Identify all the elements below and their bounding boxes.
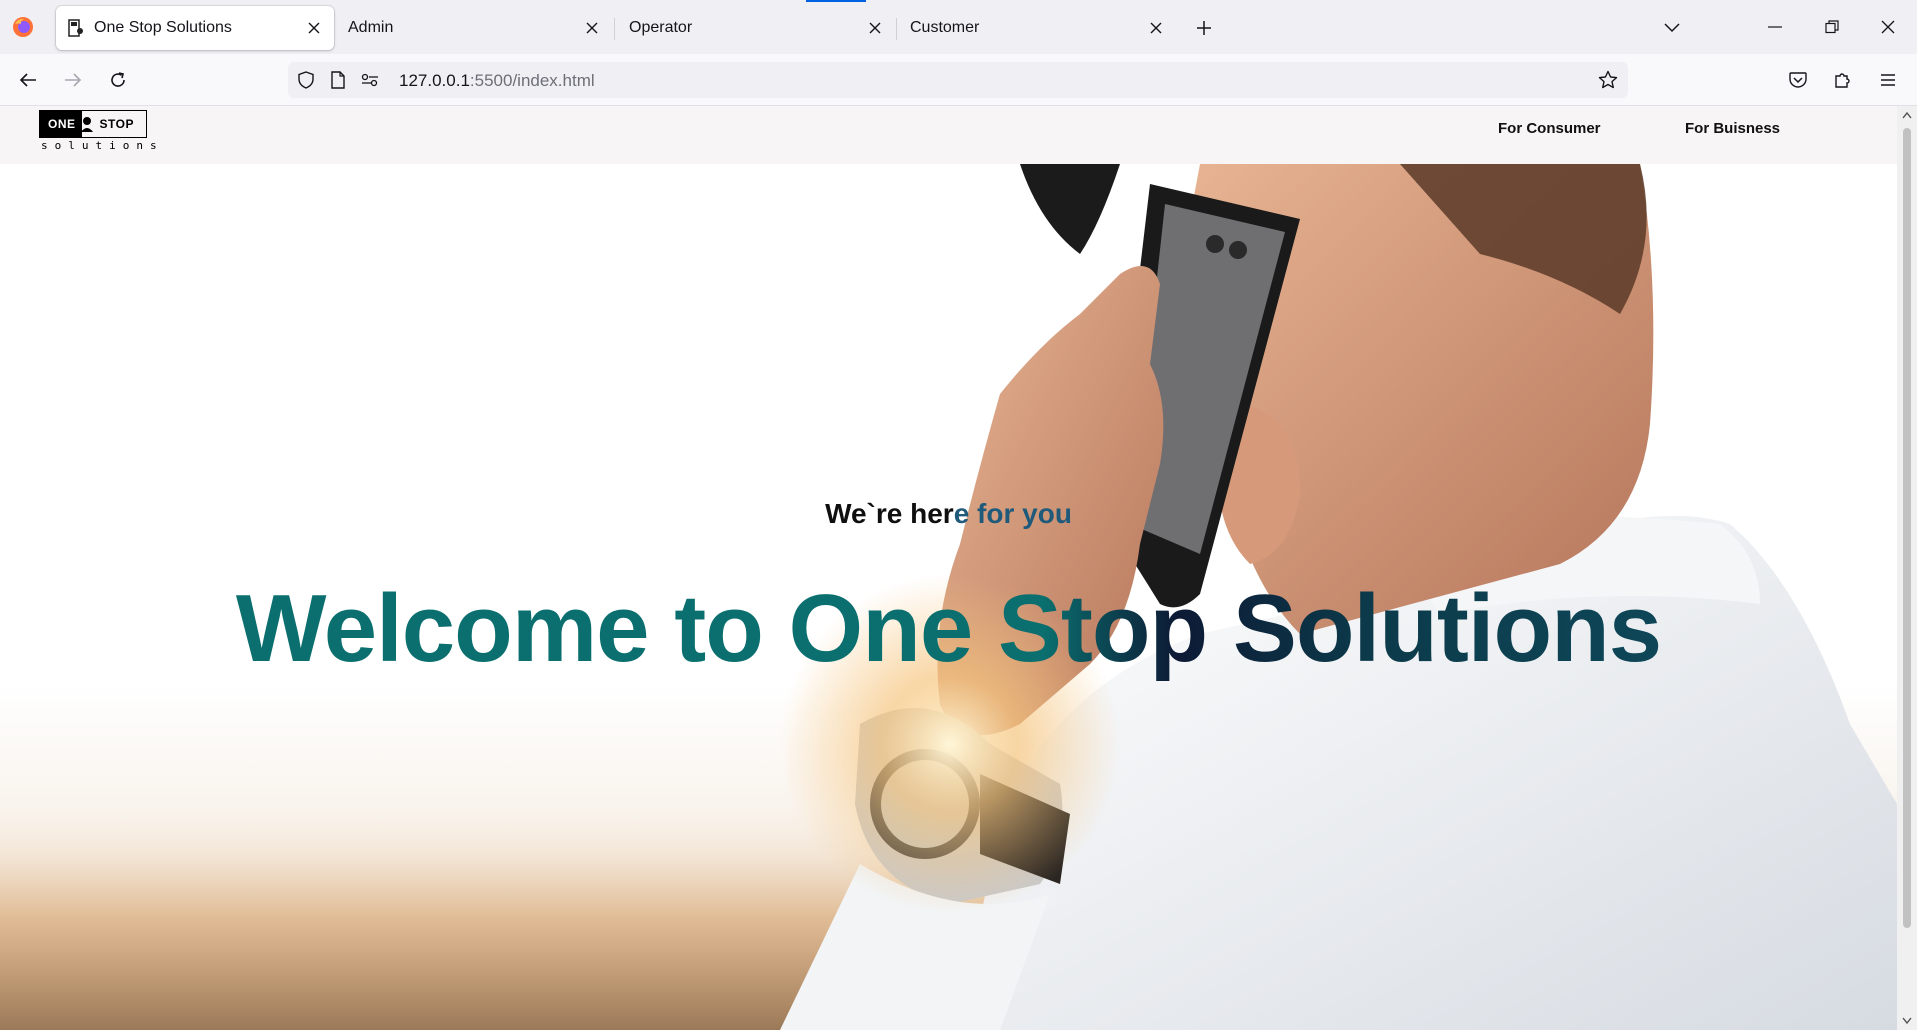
scrollbar-thumb[interactable] xyxy=(1903,128,1911,928)
new-tab-icon[interactable] xyxy=(1190,14,1218,42)
forward-arrow-icon[interactable] xyxy=(57,64,89,96)
tab-label: Customer xyxy=(910,19,980,36)
nav-link-for-consumer[interactable]: For Consumer xyxy=(1498,120,1601,137)
tab-operator[interactable]: Operator xyxy=(617,6,895,50)
tab-admin[interactable]: Admin xyxy=(336,6,612,50)
logo-one-text: ONE xyxy=(40,111,82,137)
page-info-icon[interactable] xyxy=(328,70,348,90)
extensions-puzzle-icon[interactable] xyxy=(1827,64,1859,96)
back-arrow-icon[interactable] xyxy=(12,64,44,96)
logo-person-icon xyxy=(80,117,93,132)
scroll-up-arrow-icon[interactable] xyxy=(1901,110,1913,122)
close-tab-icon[interactable] xyxy=(861,14,889,42)
site-header: ONE STOP solutions For Consumer For Buis… xyxy=(0,106,1897,164)
restore-window-icon[interactable] xyxy=(1812,10,1852,44)
browser-tab-bar: One Stop Solutions Admin Operator Custom… xyxy=(0,0,1917,54)
url-text[interactable]: 127.0.0.1:5500/index.html xyxy=(399,71,595,91)
firefox-icon[interactable] xyxy=(12,16,34,38)
tab-separator xyxy=(896,18,897,40)
site-logo[interactable]: ONE STOP solutions xyxy=(39,110,157,152)
url-bar[interactable]: 127.0.0.1:5500/index.html xyxy=(288,62,1628,98)
logo-box: ONE STOP xyxy=(39,110,147,138)
hero-headline: Welcome to One Stop Solutions xyxy=(0,574,1897,684)
app-menu-hamburger-icon[interactable] xyxy=(1872,64,1904,96)
tab-label: Admin xyxy=(348,19,394,36)
tab-customer[interactable]: Customer xyxy=(898,6,1176,50)
scroll-down-arrow-icon[interactable] xyxy=(1901,1014,1913,1026)
tagline-text: We`re her xyxy=(825,498,954,529)
hero-tagline: We`re here for you xyxy=(0,498,1897,530)
tab-separator xyxy=(614,18,615,40)
page-viewport: ONE STOP solutions For Consumer For Buis… xyxy=(0,106,1897,1030)
hero-section: We`re here for you Welcome to One Stop S… xyxy=(0,164,1897,1030)
tab-loading-indicator xyxy=(806,0,866,2)
tab-label: Operator xyxy=(629,19,693,36)
page-scrollbar[interactable] xyxy=(1897,106,1917,1030)
site-permissions-icon[interactable] xyxy=(360,70,380,90)
tab-label: One Stop Solutions xyxy=(94,19,232,36)
tagline-accent-text: e for you xyxy=(953,498,1072,529)
logo-subtitle: solutions xyxy=(41,139,164,152)
url-host: 127.0.0.1 xyxy=(399,71,470,90)
close-tab-icon[interactable] xyxy=(1142,14,1170,42)
list-all-tabs-chevron-icon[interactable] xyxy=(1658,14,1686,42)
page-favicon-icon xyxy=(68,19,83,37)
bookmark-star-icon[interactable] xyxy=(1596,68,1620,92)
tracking-protection-shield-icon[interactable] xyxy=(296,70,316,90)
close-tab-icon[interactable] xyxy=(578,14,606,42)
browser-toolbar: 127.0.0.1:5500/index.html xyxy=(0,54,1917,106)
pocket-icon[interactable] xyxy=(1782,64,1814,96)
nav-link-for-business[interactable]: For Buisness xyxy=(1685,120,1780,137)
tab-one-stop-solutions[interactable]: One Stop Solutions xyxy=(56,6,334,50)
minimize-window-icon[interactable] xyxy=(1755,10,1795,44)
close-window-icon[interactable] xyxy=(1868,10,1908,44)
logo-stop-text: STOP xyxy=(99,117,134,131)
url-path: :5500/index.html xyxy=(469,71,595,90)
reload-icon[interactable] xyxy=(102,64,134,96)
close-tab-icon[interactable] xyxy=(300,14,328,42)
